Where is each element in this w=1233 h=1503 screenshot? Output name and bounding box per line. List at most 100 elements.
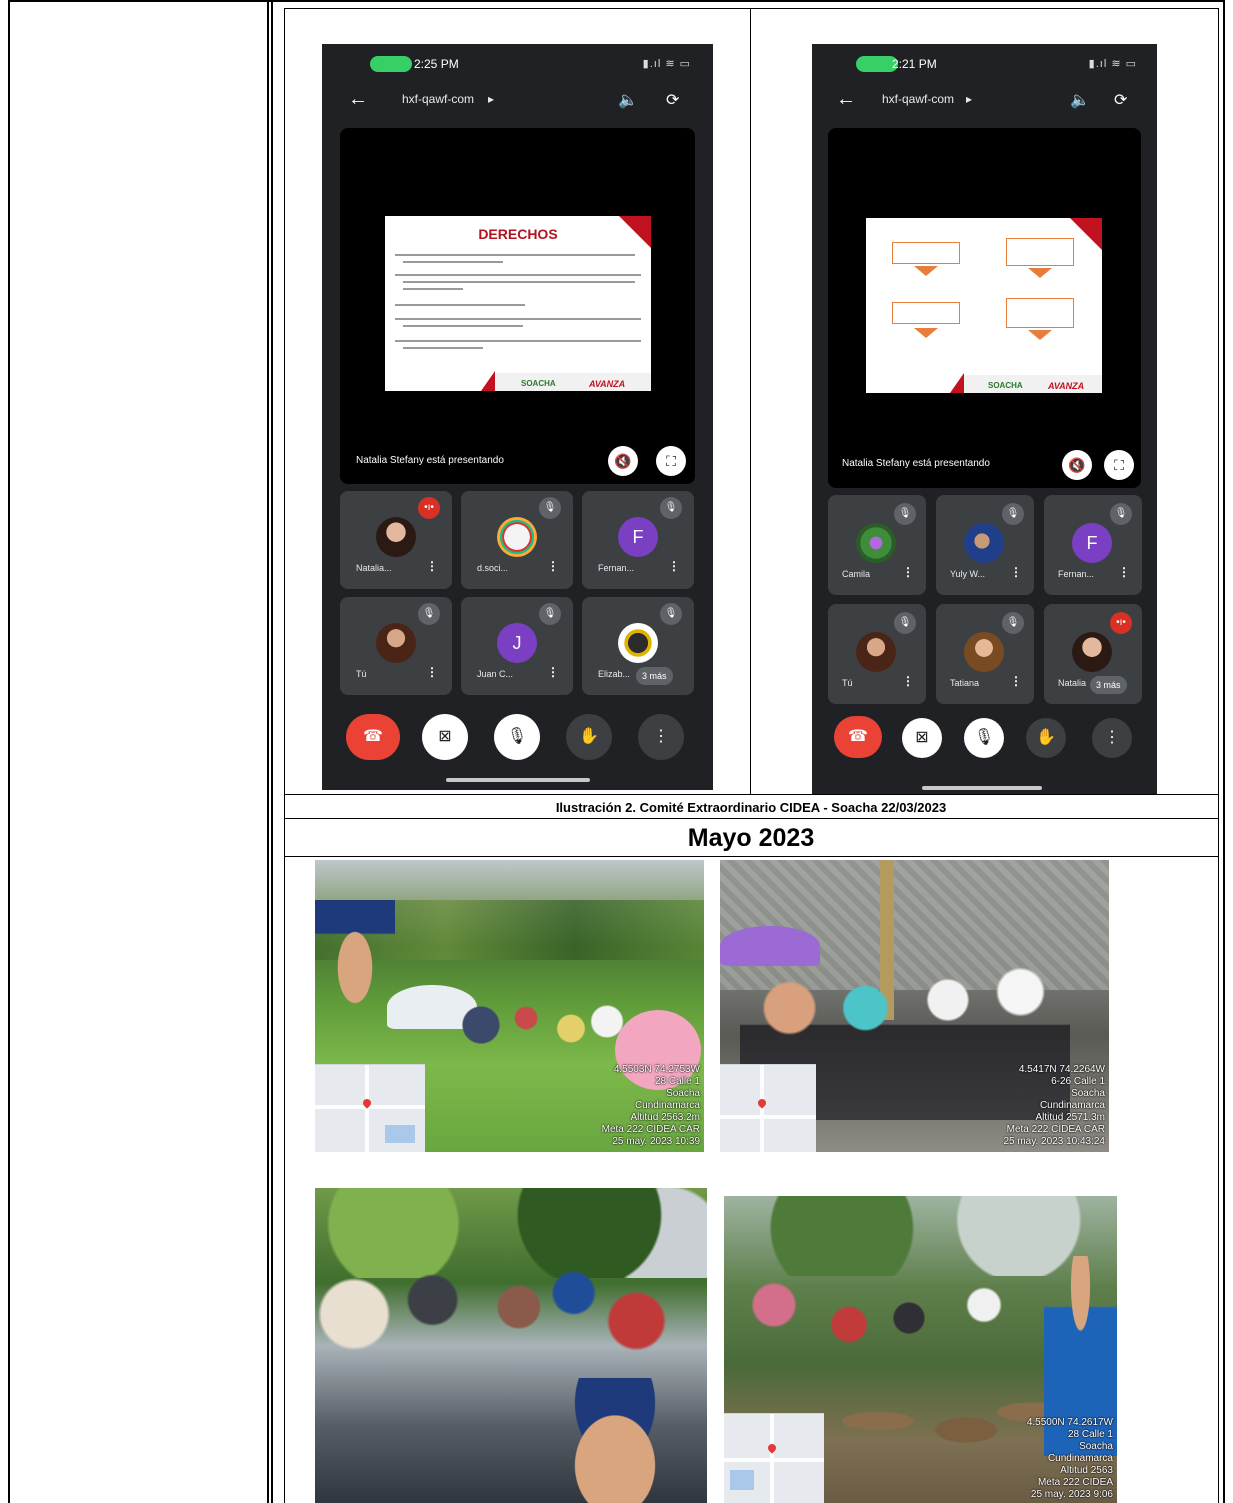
more-options-button[interactable]: ⋮ xyxy=(638,714,684,760)
participant-tile[interactable]: 🎙 Tatiana ⋮ xyxy=(936,604,1034,704)
participant-photo-avatar xyxy=(856,632,896,672)
participant-tile[interactable]: 🎙 Tú ⋮ xyxy=(828,604,926,704)
slide-text-line xyxy=(395,254,635,256)
participant-photo-avatar xyxy=(376,623,416,663)
slide-footer: SOACHA AVANZA xyxy=(385,371,651,391)
muted-mic-icon: 🎙 xyxy=(894,612,916,634)
slide-text-line xyxy=(403,261,503,263)
field-photo-group-selfie xyxy=(315,1188,707,1503)
table-border-right-a xyxy=(1218,8,1219,1503)
more-options-button[interactable]: ⋮ xyxy=(1092,718,1132,758)
slide-footer-slogan: AVANZA xyxy=(1048,381,1085,391)
participant-initial-avatar: J xyxy=(497,623,537,663)
participant-tile[interactable]: F 🎙 Fernan... ⋮ xyxy=(1044,495,1142,595)
more-options-icon[interactable]: ⋮ xyxy=(902,674,914,688)
shared-slide: SOACHA AVANZA xyxy=(866,218,1102,393)
participant-name: Juan C... xyxy=(477,669,514,679)
slide-diagram-arrow xyxy=(1028,268,1052,278)
field-photo-group-seated: 4.5417N 74.2264W 6-26 Calle 1 Soacha Cun… xyxy=(720,860,1109,1152)
muted-mic-icon: 🎙 xyxy=(660,497,682,519)
home-indicator xyxy=(446,778,590,782)
camera-off-button[interactable]: ⊠ xyxy=(422,714,468,760)
meeting-code[interactable]: hxf-qawf-com xyxy=(402,92,474,106)
more-options-icon[interactable]: ⋮ xyxy=(902,565,914,579)
participant-tile[interactable]: 🎙 d.soci... ⋮ xyxy=(461,491,573,589)
speaker-icon[interactable]: 🔈 xyxy=(618,90,638,110)
slide-text-line xyxy=(403,325,523,327)
participant-photo-avatar xyxy=(618,623,658,663)
participant-tile[interactable]: 🎙 Camila ⋮ xyxy=(828,495,926,595)
status-time: 2:25 PM xyxy=(414,57,459,71)
participant-tile[interactable]: •ı• Natalia... ⋮ xyxy=(340,491,452,589)
table-border-row3 xyxy=(284,856,1219,857)
meeting-code[interactable]: hxf-qawf-com xyxy=(882,92,954,106)
raise-hand-button[interactable]: ✋ xyxy=(1026,718,1066,758)
location-map-thumbnail xyxy=(315,1064,425,1152)
participant-name: d.soci... xyxy=(477,563,509,573)
chevron-right-icon[interactable]: ▸ xyxy=(966,92,972,106)
chevron-right-icon[interactable]: ▸ xyxy=(488,92,494,106)
participant-photo-avatar xyxy=(856,523,896,563)
mute-presentation-button[interactable]: 🔇 xyxy=(1062,450,1092,480)
participant-tile[interactable]: 🎙 Elizab... 3 más xyxy=(582,597,694,695)
more-options-icon[interactable]: ⋮ xyxy=(1118,565,1130,579)
participant-name: Camila xyxy=(842,569,871,579)
more-participants-badge[interactable]: 3 más xyxy=(636,667,673,685)
more-options-icon[interactable]: ⋮ xyxy=(1010,565,1022,579)
map-pin-icon xyxy=(756,1097,768,1109)
location-map-thumbnail xyxy=(724,1413,824,1503)
field-photo-garden-circle: 4.5500N 74.2617W 28 Calle 1 Soacha Cundi… xyxy=(724,1196,1117,1503)
location-map-thumbnail xyxy=(720,1064,816,1152)
more-options-icon[interactable]: ⋮ xyxy=(426,665,438,679)
table-border-col1-a xyxy=(267,0,269,1503)
more-options-icon[interactable]: ⋮ xyxy=(1010,674,1022,688)
mic-off-button[interactable]: 🎙 xyxy=(964,718,1004,758)
participant-name: Natalia xyxy=(1058,678,1087,688)
slide-text-line xyxy=(395,304,525,306)
muted-mic-icon: 🎙 xyxy=(539,497,561,519)
table-border-row2 xyxy=(284,818,1219,819)
speaker-icon[interactable]: 🔈 xyxy=(1070,90,1090,110)
more-options-icon[interactable]: ⋮ xyxy=(668,559,680,573)
slide-diagram-box xyxy=(1006,298,1074,328)
end-call-button[interactable]: ☎ xyxy=(834,716,882,758)
shared-slide: DERECHOS SOACHA AVANZA xyxy=(385,216,651,391)
participant-name: Tú xyxy=(842,678,853,688)
more-participants-badge[interactable]: 3 más xyxy=(1090,676,1127,694)
more-options-icon[interactable]: ⋮ xyxy=(547,559,559,573)
end-call-button[interactable]: ☎ xyxy=(346,714,400,760)
more-options-icon[interactable]: ⋮ xyxy=(547,665,559,679)
raise-hand-button[interactable]: ✋ xyxy=(566,714,612,760)
mute-presentation-button[interactable]: 🔇 xyxy=(608,446,638,476)
mic-off-button[interactable]: 🎙 xyxy=(494,714,540,760)
slide-diagram-arrow xyxy=(914,328,938,338)
meet-top-bar: ← hxf-qawf-com ▸ 🔈 ⟳ xyxy=(812,88,1157,114)
table-border-left xyxy=(8,0,10,1503)
switch-camera-icon[interactable]: ⟳ xyxy=(666,90,679,110)
meet-screenshot-left: 2:25 PM ▮.ıl ≋ ▭ ← hxf-qawf-com ▸ 🔈 ⟳ DE… xyxy=(322,44,713,790)
more-options-icon[interactable]: ⋮ xyxy=(426,559,438,573)
camera-off-button[interactable]: ⊠ xyxy=(902,718,942,758)
slide-text-line xyxy=(395,340,641,342)
back-arrow-icon[interactable]: ← xyxy=(348,88,368,111)
participant-photo-avatar xyxy=(1072,632,1112,672)
field-photo-garden-gathering: 4.5503N 74.2753W 28 Calle 1 Soacha Cundi… xyxy=(315,860,704,1152)
participant-photo-avatar xyxy=(964,632,1004,672)
participant-tile[interactable]: •ı• Natalia 3 más xyxy=(1044,604,1142,704)
fullscreen-button[interactable]: ⛶ xyxy=(1104,450,1134,480)
switch-camera-icon[interactable]: ⟳ xyxy=(1114,90,1127,110)
participant-photo-avatar xyxy=(497,517,537,557)
participant-tile[interactable]: 🎙 Tú ⋮ xyxy=(340,597,452,695)
participant-initial-avatar: F xyxy=(1072,523,1112,563)
muted-mic-icon: 🎙 xyxy=(1110,503,1132,525)
muted-mic-icon: 🎙 xyxy=(539,603,561,625)
table-border-row1 xyxy=(284,794,1219,795)
presenting-label: Natalia Stefany está presentando xyxy=(842,458,990,469)
slide-diagram-arrow xyxy=(914,266,938,276)
participant-name: Tú xyxy=(356,669,367,679)
participant-tile[interactable]: 🎙 Yuly W... ⋮ xyxy=(936,495,1034,595)
participant-tile[interactable]: F 🎙 Fernan... ⋮ xyxy=(582,491,694,589)
back-arrow-icon[interactable]: ← xyxy=(836,88,856,111)
participant-tile[interactable]: J 🎙 Juan C... ⋮ xyxy=(461,597,573,695)
fullscreen-button[interactable]: ⛶ xyxy=(656,446,686,476)
